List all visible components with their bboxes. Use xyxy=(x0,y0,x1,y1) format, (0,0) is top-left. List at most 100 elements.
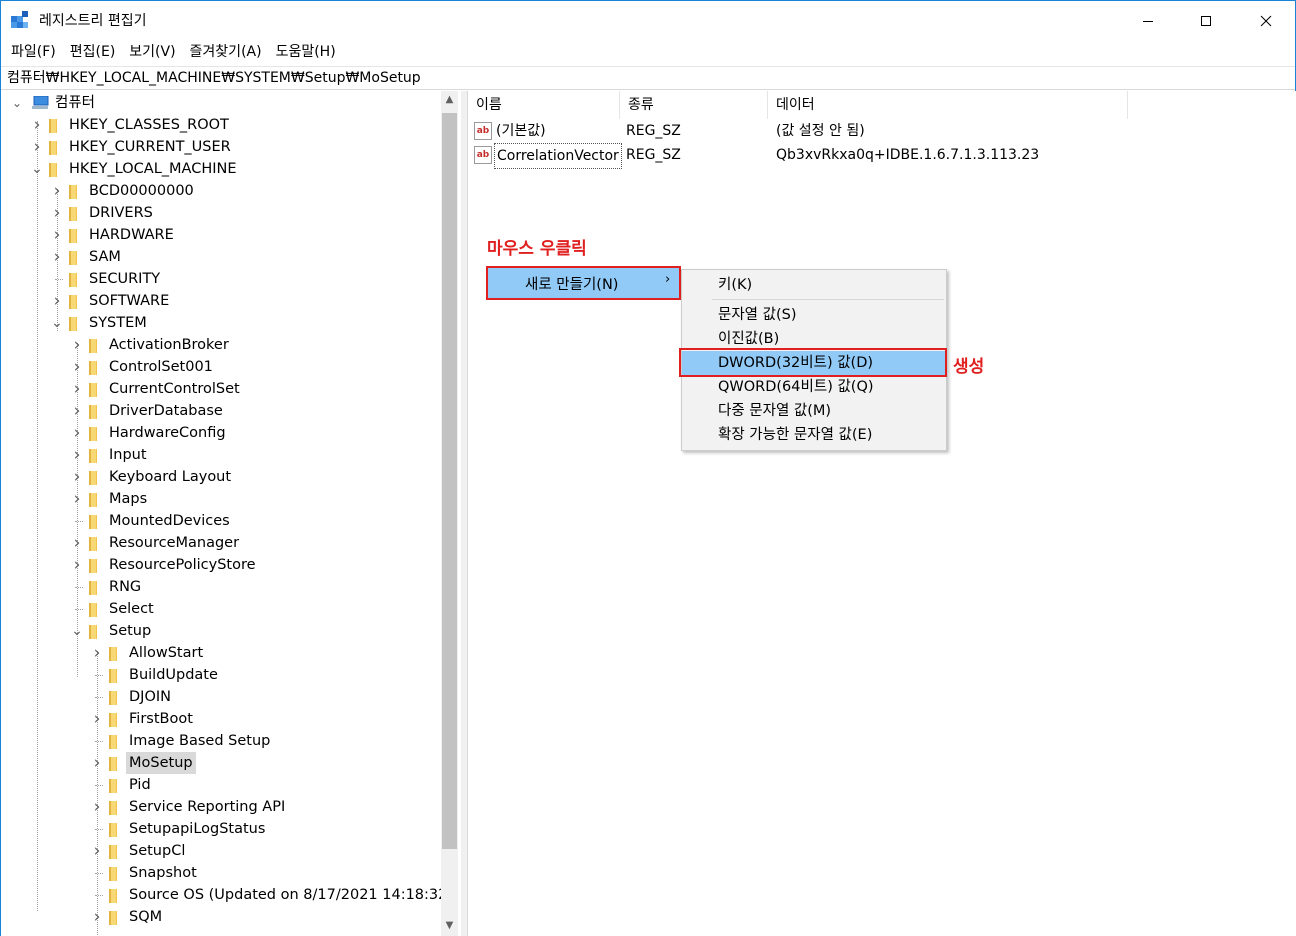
menu-help[interactable]: 도움말(H) xyxy=(269,41,343,65)
tree-item[interactable]: Image Based Setup xyxy=(89,730,431,752)
tree-item[interactable]: › MoSetup xyxy=(89,752,431,774)
tree-item[interactable]: Pid xyxy=(89,774,431,796)
chevron-down-icon[interactable]: ⌄ xyxy=(29,158,45,180)
tree-scrollbar[interactable]: ▲ ▼ xyxy=(441,91,458,936)
tree-item[interactable]: › Keyboard Layout xyxy=(69,466,431,488)
values-list-pane: 이름 종류 데이터 ab (기본값) REG_SZ (값 설정 안 됨) ab … xyxy=(468,91,1296,936)
chevron-right-icon[interactable]: › xyxy=(69,422,85,444)
tree-item[interactable]: › DRIVERS xyxy=(49,202,431,224)
tree-item[interactable]: › AllowStart xyxy=(89,642,431,664)
chevron-right-icon[interactable]: › xyxy=(69,444,85,466)
chevron-right-icon[interactable]: › xyxy=(69,554,85,576)
tree-root-computer[interactable]: ⌄ 컴퓨터 xyxy=(9,92,129,114)
tree-item[interactable]: SECURITY xyxy=(49,268,431,290)
menu-favorites[interactable]: 즐겨찾기(A) xyxy=(183,41,269,65)
tree-item[interactable]: ⌄ HKEY_LOCAL_MACHINE xyxy=(29,158,431,180)
tree-item[interactable]: MountedDevices xyxy=(69,510,431,532)
chevron-right-icon[interactable]: › xyxy=(69,356,85,378)
folder-icon xyxy=(109,647,117,661)
tree-connector xyxy=(95,873,103,874)
tree-item[interactable]: SetupapiLogStatus xyxy=(89,818,431,840)
tree-item[interactable]: › SOFTWARE xyxy=(49,290,431,312)
chevron-down-icon[interactable]: ⌄ xyxy=(69,620,85,642)
column-header-name[interactable]: 이름 xyxy=(468,91,620,119)
tree-item[interactable]: BuildUpdate xyxy=(89,664,431,686)
chevron-right-icon[interactable]: › xyxy=(49,224,65,246)
tree-item[interactable]: › ControlSet001 xyxy=(69,356,431,378)
folder-icon xyxy=(69,251,77,265)
tree-item-label: SYSTEM xyxy=(89,315,147,331)
tree-item[interactable]: › SetupCl xyxy=(89,840,431,862)
tree-scrollbar-thumb[interactable] xyxy=(442,113,457,849)
submenu-multi-string-value[interactable]: 다중 문자열 값(M) xyxy=(682,399,946,423)
chevron-right-icon[interactable]: › xyxy=(89,708,105,730)
maximize-button[interactable] xyxy=(1177,1,1235,41)
tree-item[interactable]: › HardwareConfig xyxy=(69,422,431,444)
tree-item[interactable]: › SQM xyxy=(89,906,431,928)
chevron-right-icon[interactable]: › xyxy=(89,642,105,664)
chevron-down-icon[interactable]: ⌄ xyxy=(49,312,65,334)
chevron-right-icon[interactable]: › xyxy=(69,532,85,554)
tree-item[interactable]: ⌄ Setup xyxy=(69,620,431,642)
chevron-right-icon[interactable]: › xyxy=(69,488,85,510)
tree-item[interactable]: › SAM xyxy=(49,246,431,268)
tree-item[interactable]: › DriverDatabase xyxy=(69,400,431,422)
chevron-right-icon[interactable]: › xyxy=(49,180,65,202)
value-row[interactable]: ab (기본값) REG_SZ (값 설정 안 됨) xyxy=(474,119,1174,143)
menu-file[interactable]: 파일(F) xyxy=(4,41,63,65)
tree-item[interactable]: › Maps xyxy=(69,488,431,510)
tree-item[interactable]: › FirstBoot xyxy=(89,708,431,730)
chevron-right-icon[interactable]: › xyxy=(89,840,105,862)
chevron-down-icon[interactable]: ⌄ xyxy=(9,92,25,114)
address-bar[interactable]: 컴퓨터₩HKEY_LOCAL_MACHINE₩SYSTEM₩Setup₩MoSe… xyxy=(1,66,1295,90)
scroll-up-icon[interactable]: ▲ xyxy=(441,91,458,109)
chevron-right-icon[interactable]: › xyxy=(89,906,105,928)
submenu-key[interactable]: 키(K) xyxy=(682,273,946,297)
chevron-right-icon[interactable]: › xyxy=(49,290,65,312)
chevron-right-icon[interactable]: › xyxy=(69,400,85,422)
chevron-right-icon[interactable]: › xyxy=(69,378,85,400)
tree-item[interactable]: › Input xyxy=(69,444,431,466)
folder-icon xyxy=(69,295,77,309)
tree-item[interactable]: › BCD00000000 xyxy=(49,180,431,202)
tree-item[interactable]: › ResourceManager xyxy=(69,532,431,554)
tree-item[interactable]: › CurrentControlSet xyxy=(69,378,431,400)
close-button[interactable] xyxy=(1237,1,1295,41)
chevron-right-icon[interactable]: › xyxy=(69,466,85,488)
chevron-right-icon[interactable]: › xyxy=(29,114,45,136)
tree-item-label: Image Based Setup xyxy=(129,733,271,749)
chevron-right-icon[interactable]: › xyxy=(29,136,45,158)
tree-item[interactable]: DJOIN xyxy=(89,686,431,708)
chevron-right-icon[interactable]: › xyxy=(69,334,85,356)
chevron-right-icon[interactable]: › xyxy=(89,796,105,818)
value-row[interactable]: ab CorrelationVector REG_SZ Qb3xvRkxa0q+… xyxy=(474,143,1174,169)
tree-item[interactable]: › ActivationBroker xyxy=(69,334,431,356)
tree-item[interactable]: Snapshot xyxy=(89,862,431,884)
key-tree-pane: ⌄ 컴퓨터 › HKEY_CLASSES_ROOT › HKEY_CURRENT_US… xyxy=(1,91,461,936)
tree-item[interactable]: › HARDWARE xyxy=(49,224,431,246)
submenu-expandable-string-value[interactable]: 확장 가능한 문자열 값(E) xyxy=(682,423,946,447)
minimize-button[interactable] xyxy=(1119,1,1177,41)
tree-item[interactable]: › Service Reporting API xyxy=(89,796,431,818)
tree-item[interactable]: › ResourcePolicyStore xyxy=(69,554,431,576)
tree-item[interactable]: Source OS (Updated on 8/17/2021 14:18:32… xyxy=(89,884,453,906)
submenu-string-value[interactable]: 문자열 값(S) xyxy=(682,303,946,327)
chevron-right-icon[interactable]: › xyxy=(49,202,65,224)
tree-item[interactable]: RNG xyxy=(69,576,431,598)
tree-item-label: SetupCl xyxy=(129,843,186,859)
tree-item-label: Input xyxy=(109,447,147,463)
chevron-right-icon[interactable]: › xyxy=(49,246,65,268)
tree-item[interactable]: › HKEY_CLASSES_ROOT xyxy=(29,114,431,136)
column-header-data[interactable]: 데이터 xyxy=(768,91,1128,119)
folder-icon xyxy=(109,845,117,859)
scroll-down-icon[interactable]: ▼ xyxy=(441,917,458,935)
menu-view[interactable]: 보기(V) xyxy=(122,41,182,65)
tree-item[interactable]: ⌄ SYSTEM xyxy=(49,312,431,334)
column-header-type[interactable]: 종류 xyxy=(620,91,768,119)
menu-edit[interactable]: 편집(E) xyxy=(63,41,123,65)
chevron-right-icon[interactable]: › xyxy=(89,752,105,774)
pane-splitter[interactable] xyxy=(461,91,468,936)
tree-item[interactable]: › HKEY_CURRENT_USER xyxy=(29,136,431,158)
submenu-qword-value[interactable]: QWORD(64비트) 값(Q) xyxy=(682,375,946,399)
tree-item[interactable]: Select xyxy=(69,598,431,620)
